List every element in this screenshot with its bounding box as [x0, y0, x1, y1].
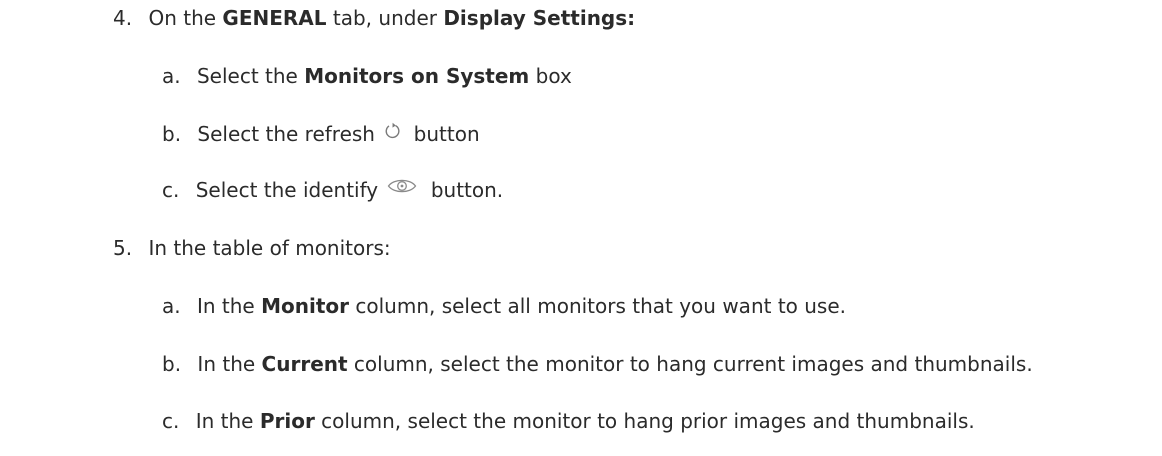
substep-letter: b.: [162, 352, 182, 376]
step-4: 4. On the GENERAL tab, under Display Set…: [113, 6, 635, 30]
substep-letter: a.: [162, 64, 181, 88]
substep-text-plain: In the: [195, 409, 260, 433]
eye-icon: [386, 176, 418, 196]
display-settings-label: Display Settings:: [443, 6, 636, 30]
instructions-page: { "steps": [ { "number": "4.", "text": {…: [0, 0, 1162, 456]
step-5: 5. In the table of monitors:: [113, 236, 391, 260]
substep-text-plain: button: [407, 122, 480, 146]
step-number: 5.: [113, 236, 133, 260]
substep-letter: c.: [162, 178, 180, 202]
monitor-column-label: Monitor: [261, 294, 350, 318]
substep-text-plain: Select the identify: [195, 178, 385, 202]
prior-column-label: Prior: [259, 409, 315, 433]
substep-text-plain: In the: [196, 294, 262, 318]
substep-5c: c. In the Prior column, select the monit…: [162, 409, 975, 433]
substep-4b: b. Select the refresh button: [162, 122, 480, 146]
substep-4a: a. Select the Monitors on System box: [162, 64, 572, 88]
substep-text-plain: column, select all monitors that you wan…: [349, 294, 847, 318]
substep-text-plain: column, select the monitor to hang curre…: [347, 352, 1033, 376]
substep-letter: a.: [162, 294, 181, 318]
step-number: 4.: [113, 6, 133, 30]
substep-letter: b.: [162, 122, 182, 146]
refresh-icon: [383, 121, 403, 141]
substep-text-plain: Select the: [196, 64, 305, 88]
substep-text-plain: column, select the monitor to hang prior…: [314, 409, 975, 433]
substep-text-plain: Select the refresh: [197, 122, 382, 146]
substep-text-plain: box: [529, 64, 572, 88]
substep-text-plain: button.: [424, 178, 504, 202]
substep-letter: c.: [162, 409, 180, 433]
step-text-plain: On the: [148, 6, 223, 30]
step-text-plain: tab, under: [326, 6, 444, 30]
substep-4c: c. Select the identify button.: [162, 178, 503, 202]
general-tab-label: GENERAL: [222, 6, 327, 30]
substep-5b: b. In the Current column, select the mon…: [162, 352, 1033, 376]
step-text-plain: In the table of monitors:: [148, 236, 391, 260]
current-column-label: Current: [261, 352, 348, 376]
substep-5a: a. In the Monitor column, select all mon…: [162, 294, 846, 318]
substep-text-plain: In the: [197, 352, 262, 376]
monitors-on-system-label: Monitors on System: [304, 64, 530, 88]
